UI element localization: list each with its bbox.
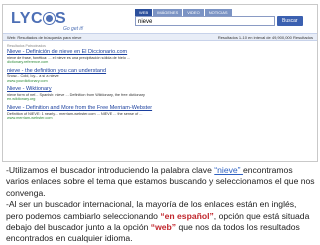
search-row: nieve Buscar	[135, 16, 303, 26]
caption-text-run: -Utilizamos el buscador introduciendo la…	[6, 165, 215, 175]
search-header: LYC S Go get it! WEB IMÁGENES VIDEO NOTIC…	[3, 5, 317, 33]
caption-paragraph-2: -Al ser un buscador internacional, la ma…	[6, 199, 316, 245]
search-screenshot: LYC S Go get it! WEB IMÁGENES VIDEO NOTIC…	[2, 4, 318, 162]
search-input[interactable]: nieve	[135, 16, 275, 26]
result-url[interactable]: www.merriam-webster.com	[7, 116, 237, 121]
result-item: Nieve - Definición de nieve en El Diccio…	[7, 49, 237, 65]
result-item: Nieve - Wiktionary nieve form of nef... …	[7, 86, 237, 102]
result-url[interactable]: en.wiktionary.org	[7, 97, 237, 102]
result-item: Nieve - Definition and More from the Fre…	[7, 105, 237, 121]
tab-web[interactable]: WEB	[135, 9, 153, 16]
caption-text: -Utilizamos el buscador introduciendo la…	[6, 165, 316, 245]
results-count: Resultados 1-10 en inteval de 49,900,000…	[217, 35, 313, 40]
search-button[interactable]: Buscar	[277, 16, 303, 26]
logo-text-lyc: LYC	[11, 10, 44, 27]
logo-text-s: S	[55, 10, 67, 27]
result-item: nieve - the definition you can understan…	[7, 68, 237, 84]
logo-tagline: Go get it!	[63, 26, 84, 32]
keyword-highlight: “nieve”	[214, 165, 243, 175]
search-tabs: WEB IMÁGENES VIDEO NOTICIAS	[135, 9, 233, 16]
results-list: Resultados Patrocinados Nieve - Definici…	[7, 44, 237, 124]
web-option-highlight: “web”	[150, 222, 177, 233]
results-query-label: Web: Resultados de búsqueda para nieve	[7, 35, 82, 40]
results-info-bar: Web: Resultados de búsqueda para nieve R…	[3, 33, 317, 41]
result-url[interactable]: www.yourdictionary.com	[7, 79, 237, 84]
result-url[interactable]: dictionary.reference.com	[7, 60, 237, 65]
sponsored-label: Resultados Patrocinados	[7, 44, 46, 48]
spanish-option-highlight: “en español”	[160, 210, 214, 221]
tab-video[interactable]: VIDEO	[183, 9, 204, 16]
caption-paragraph-1: -Utilizamos el buscador introduciendo la…	[6, 165, 316, 199]
logo-eye-icon	[42, 12, 56, 25]
tab-images[interactable]: IMÁGENES	[153, 9, 183, 16]
tab-news[interactable]: NOTICIAS	[204, 9, 232, 16]
lycos-logo[interactable]: LYC S	[11, 10, 66, 28]
